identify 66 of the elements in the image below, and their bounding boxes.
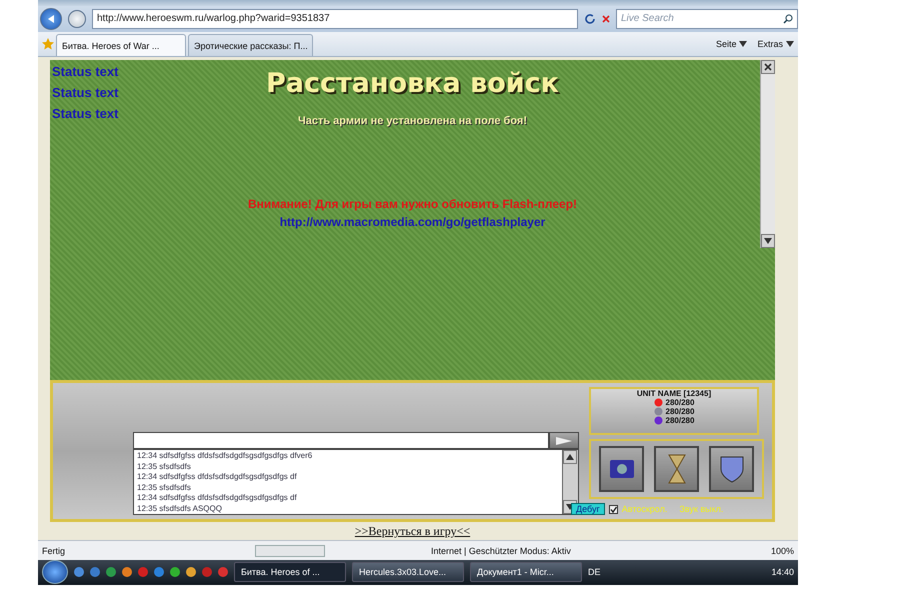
forward-button[interactable]: [68, 10, 86, 28]
browser-tab[interactable]: Эротические рассказы: П...: [188, 34, 313, 56]
quick-launch-icon[interactable]: [170, 567, 180, 578]
stat-value: 280/280: [666, 416, 694, 426]
spellbook-button[interactable]: [599, 446, 644, 492]
address-field[interactable]: http://www.heroeswm.ru/warlog.php?warid=9351837: [92, 8, 578, 29]
wait-button[interactable]: [654, 446, 699, 492]
quick-launch-icon[interactable]: [122, 567, 132, 578]
chat-message: 12:35 sfsdfsdfs ASQQQ: [137, 504, 223, 514]
quick-launch-icon[interactable]: [106, 567, 116, 578]
toolbar-menu[interactable]: Extras: [757, 39, 794, 50]
toolbar-menu[interactable]: Seite: [716, 39, 748, 50]
quick-launch-icon[interactable]: [74, 567, 84, 578]
back-button[interactable]: [40, 8, 62, 30]
security-zone: Internet | Geschützter Modus: Aktiv: [431, 546, 571, 556]
zoom-level[interactable]: 100%: [770, 546, 794, 556]
chat-scrollbar[interactable]: [562, 450, 578, 514]
orb-icon: [654, 416, 663, 426]
chat-message: 12:35 sfsdfsdfs: [137, 482, 192, 494]
refresh-icon[interactable]: [584, 12, 596, 25]
return-link[interactable]: >>Вернуться в игру<<: [354, 524, 470, 539]
game-title: Расстановка войск: [266, 68, 559, 100]
start-button[interactable]: [42, 560, 68, 584]
scroll-up-icon[interactable]: [566, 453, 574, 462]
shield-icon: [718, 454, 746, 484]
quick-launch-icon[interactable]: [218, 567, 228, 578]
debug-label[interactable]: Дебуг: [571, 503, 605, 516]
taskbar-button[interactable]: Битва. Heroes of ...: [234, 562, 346, 582]
hourglass-icon: [666, 453, 686, 486]
defend-button[interactable]: [709, 446, 754, 492]
autoscroll-checkbox[interactable]: [608, 504, 618, 514]
scroll-down-icon[interactable]: [764, 237, 772, 246]
status-pane: [255, 544, 326, 557]
scrollbar[interactable]: [760, 60, 775, 248]
search-icon[interactable]: [783, 14, 793, 24]
stat-value: 280/280: [666, 407, 694, 416]
chat-message: 12:34 sdfsdfgfss dfdsfsdfsdgdfsgsdfgsdfgs df: [137, 472, 298, 483]
chat-message: 12:34 sdfsdfgfss dfdsfsdfsdgdfsgsdfgsdfgs dfver6: [137, 451, 314, 462]
close-icon[interactable]: [764, 63, 772, 72]
clock[interactable]: 14:40: [771, 567, 794, 578]
send-button[interactable]: [549, 432, 579, 450]
status-text: Status text: [52, 85, 118, 100]
status-text: Fertig: [42, 546, 66, 556]
language-indicator[interactable]: DE: [588, 567, 601, 578]
taskbar-button[interactable]: Hercules.3x03.Love...: [352, 562, 464, 582]
quick-launch-icon[interactable]: [186, 567, 196, 578]
quick-launch-icon[interactable]: [90, 567, 100, 578]
status-text: Status text: [52, 64, 118, 80]
quick-launch-icon[interactable]: [154, 567, 164, 578]
chat-message: 12:34 sdfsdfgfss dfdsfsdfsdgdfsgsdfgsdfgs df: [137, 493, 298, 504]
stat-value: 280/280: [666, 398, 694, 408]
taskbar-button[interactable]: Документ1 - Micr...: [470, 562, 582, 582]
quick-launch-icon[interactable]: [138, 567, 148, 578]
unit-name: UNIT NAME [12345]: [636, 389, 712, 398]
status-text: Status text: [52, 106, 118, 122]
caret-icon[interactable]: [786, 40, 794, 48]
chat-message: 12:35 sfsdfsdfs: [137, 462, 192, 472]
back-arrow-icon[interactable]: [47, 14, 55, 23]
send-arrow-icon: [556, 436, 572, 445]
flash-warning: Внимание! Для игры вам нужно обновить Flash-плеер!: [248, 197, 578, 212]
chat-input[interactable]: [133, 432, 549, 450]
star-icon[interactable]: [42, 38, 54, 50]
caret-icon[interactable]: [739, 40, 748, 48]
checkbox-label: Автоскрол.: [622, 504, 668, 514]
army-message: Часть армии не установлена на поле боя!: [298, 115, 527, 128]
browser-tab[interactable]: Битва. Heroes of War ...: [56, 34, 186, 56]
